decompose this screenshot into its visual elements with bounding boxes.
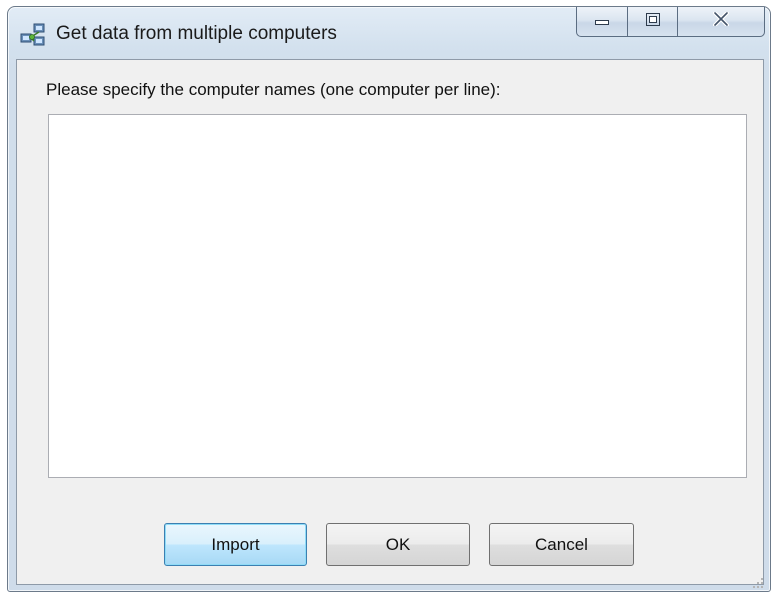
maximize-button[interactable]	[627, 7, 677, 37]
computer-names-label: Please specify the computer names (one c…	[46, 80, 501, 99]
ok-button[interactable]: OK	[326, 523, 470, 566]
cancel-button[interactable]: Cancel	[489, 523, 634, 566]
network-computers-icon	[20, 22, 46, 48]
close-button[interactable]	[677, 7, 765, 37]
import-button[interactable]: Import	[164, 523, 307, 566]
computer-names-input[interactable]	[48, 114, 747, 478]
caption-buttons	[576, 7, 765, 37]
window-title: Get data from multiple computers	[56, 23, 337, 44]
maximize-icon	[645, 12, 660, 31]
close-icon	[713, 11, 729, 31]
minimize-button[interactable]	[576, 7, 627, 37]
minimize-icon	[595, 13, 609, 31]
resize-grip-icon[interactable]	[752, 576, 764, 588]
title-bar[interactable]: Get data from multiple computers	[8, 7, 770, 59]
